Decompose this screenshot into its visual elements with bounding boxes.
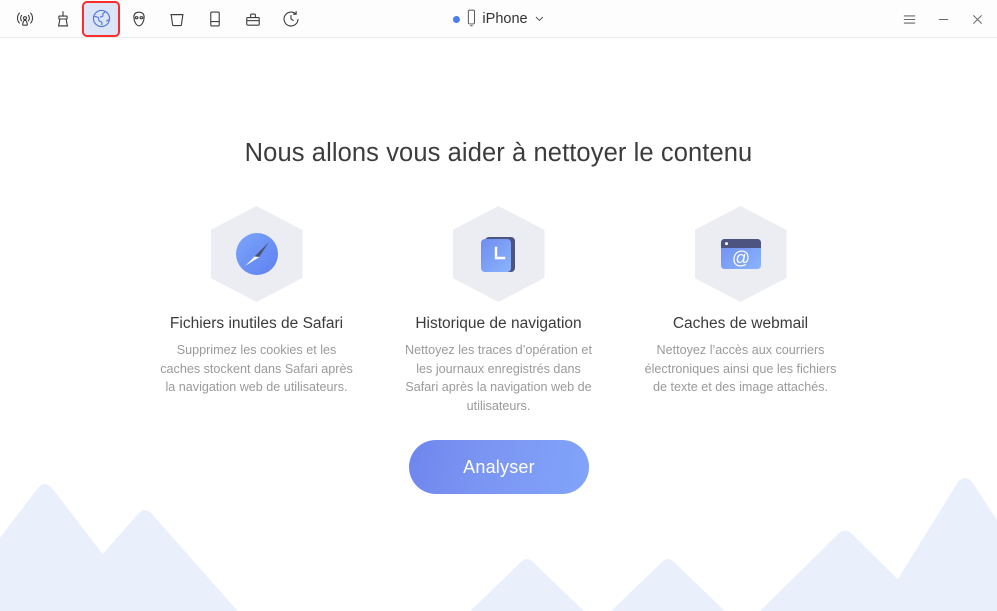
close-icon[interactable] xyxy=(967,9,987,29)
toolbar xyxy=(0,0,310,38)
webmail-window-icon: @ xyxy=(695,206,787,302)
broadcast-icon xyxy=(14,8,36,30)
trash-bucket-icon xyxy=(166,8,188,30)
mountain-shape xyxy=(470,559,584,611)
device-icon xyxy=(204,8,226,30)
mountain-shape xyxy=(52,510,238,611)
chevron-down-icon xyxy=(534,11,545,27)
feature-safari-junk: Fichiers inutiles de Safari Supprimez le… xyxy=(147,206,367,415)
device-status-dot xyxy=(452,15,460,23)
phone-icon xyxy=(465,9,476,30)
page-title: Nous allons vous aider à nettoyer le con… xyxy=(244,139,753,167)
toolbar-item-mask[interactable] xyxy=(122,3,156,35)
feature-description: Supprimez les cookies et les caches stoc… xyxy=(160,343,353,394)
feature-title: Caches de webmail xyxy=(672,315,809,332)
feature-description: Nettoyez les traces d’opération et les j… xyxy=(405,343,592,413)
window-controls xyxy=(899,0,987,38)
minimize-icon[interactable] xyxy=(933,9,953,29)
toolbar-item-browser[interactable] xyxy=(82,0,120,37)
mountain-shape xyxy=(611,559,725,611)
cleaner-brush-icon xyxy=(52,8,74,30)
title-bar: iPhone xyxy=(0,0,997,38)
feature-icon-wrap xyxy=(452,206,545,302)
device-selector[interactable]: iPhone xyxy=(452,0,544,38)
toolbox-icon xyxy=(242,8,264,30)
feature-list: Fichiers inutiles de Safari Supprimez le… xyxy=(0,206,997,415)
feature-description: Nettoyez l’accès aux courriers électroni… xyxy=(644,343,837,394)
toolbar-item-trash[interactable] xyxy=(160,3,194,35)
feature-webmail-caches: @ Caches de webmail Nettoyez l’accès aux… xyxy=(631,206,851,415)
toolbar-item-cleaner[interactable] xyxy=(46,3,80,35)
feature-icon-wrap xyxy=(210,206,303,302)
feature-title: Historique de navigation xyxy=(415,315,582,332)
mountain-shape xyxy=(878,478,997,611)
app-window: iPhone Nous allons vous aider à nettoyer… xyxy=(0,0,997,611)
toolbar-item-broadcast[interactable] xyxy=(8,3,42,35)
toolbar-item-toolbox[interactable] xyxy=(236,3,270,35)
feature-title: Fichiers inutiles de Safari xyxy=(169,315,344,332)
mountain-shape xyxy=(0,484,147,611)
device-name: iPhone xyxy=(482,11,528,27)
history-card-icon xyxy=(453,206,545,302)
svg-text:@: @ xyxy=(731,248,749,268)
toolbar-item-device[interactable] xyxy=(198,3,232,35)
analyse-button[interactable]: Analyser xyxy=(409,440,589,494)
feature-browsing-history: Historique de navigation Nettoyez les tr… xyxy=(389,206,609,415)
mountain-shape xyxy=(760,530,930,611)
mask-icon xyxy=(128,8,150,30)
toolbar-item-history[interactable] xyxy=(274,3,308,35)
feature-icon-wrap: @ xyxy=(694,206,787,302)
main-content: Nous allons vous aider à nettoyer le con… xyxy=(0,38,997,611)
history-clock-icon xyxy=(280,8,302,30)
safari-compass-icon xyxy=(211,206,303,302)
globe-icon xyxy=(90,7,113,30)
menu-icon[interactable] xyxy=(899,9,919,29)
